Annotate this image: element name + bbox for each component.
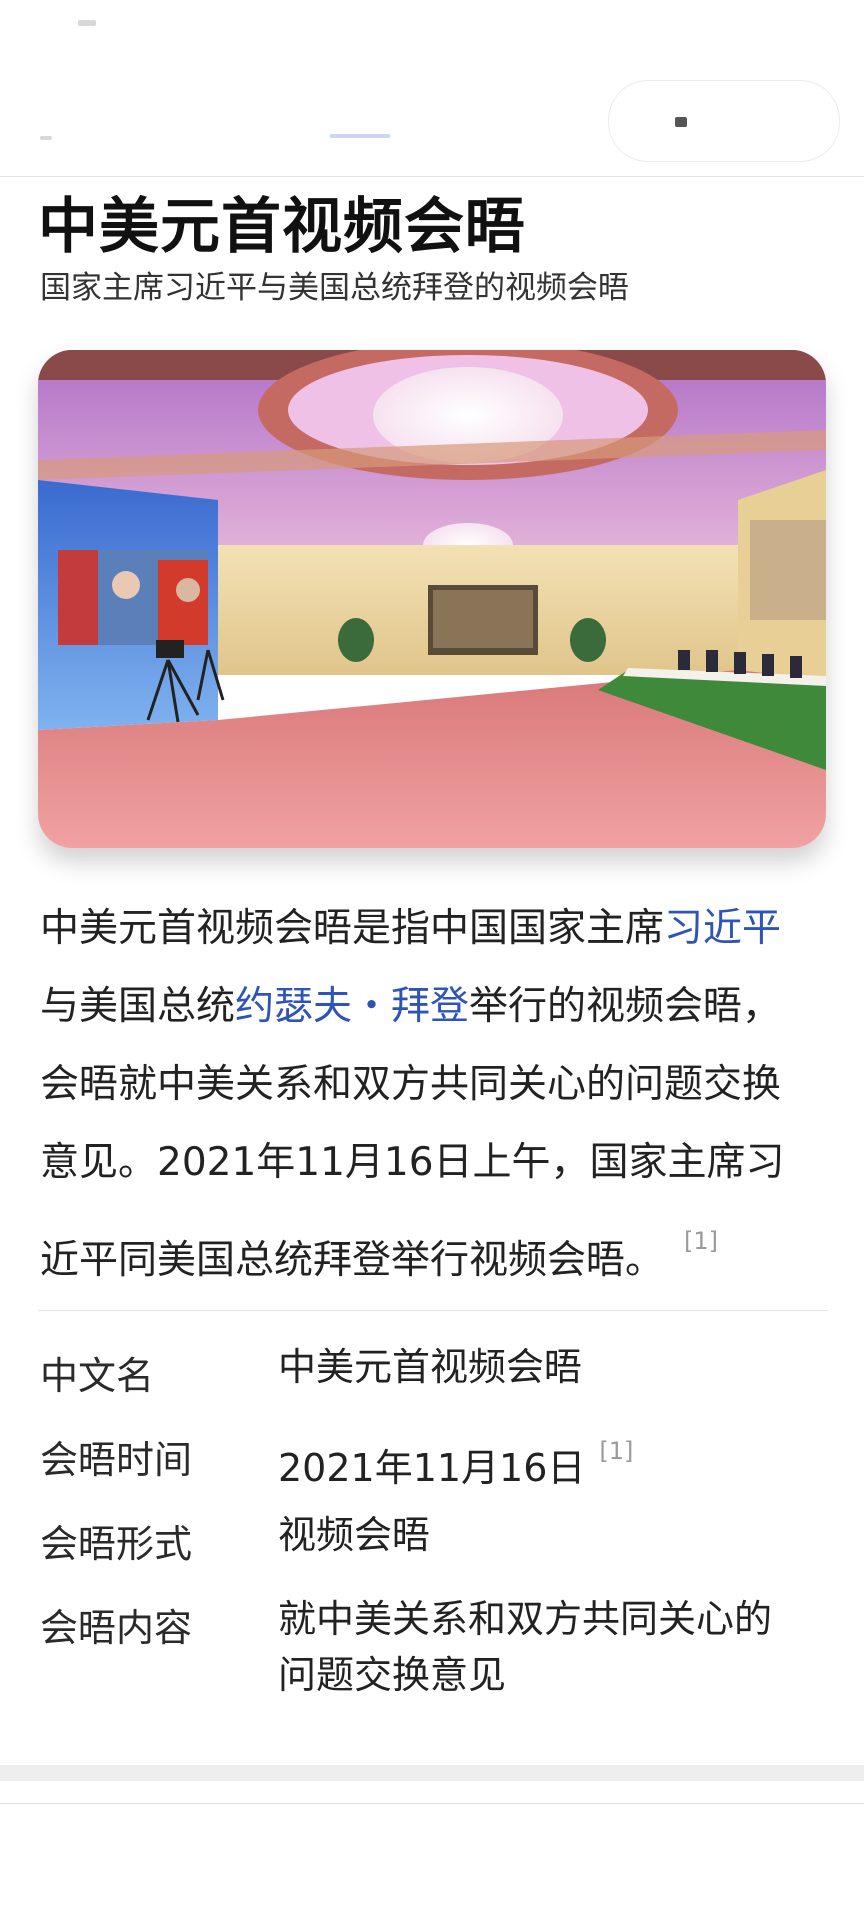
summary-text: 近平同美国总统拜登举行视频会晤。 xyxy=(40,1238,665,1283)
nav-hint xyxy=(330,134,390,138)
info-label: 会晤形式 xyxy=(40,1522,193,1566)
section-separator xyxy=(0,1765,864,1781)
info-value: 就中美关系和双方共同关心的 问题交换意见 xyxy=(278,1591,838,1703)
info-value-line: 问题交换意见 xyxy=(278,1653,507,1697)
top-action-pill[interactable] xyxy=(608,80,840,162)
status-icon xyxy=(78,20,96,26)
summary-paragraph: 中美元首视频会晤是指中国国家主席习近平 与美国总统约瑟夫・拜登举行的视频会晤， … xyxy=(40,890,830,1283)
top-navigation-bar xyxy=(0,0,864,177)
summary-line: 会晤就中美关系和双方共同关心的问题交换 xyxy=(40,1062,782,1107)
bottom-divider xyxy=(0,1803,864,1804)
info-label: 中文名 xyxy=(40,1354,155,1398)
info-value-line: 就中美关系和双方共同关心的 xyxy=(278,1597,773,1641)
info-value: 2021年11月16日 [1] xyxy=(278,1423,838,1496)
info-value: 中美元首视频会晤 xyxy=(278,1345,583,1389)
summary-line: 意见。2021年11月16日上午，国家主席习 xyxy=(40,1140,785,1185)
summary-line: 与美国总统约瑟夫・拜登举行的视频会晤， xyxy=(40,968,830,1046)
meeting-hall-illustration xyxy=(38,350,826,848)
info-label: 会晤内容 xyxy=(40,1606,193,1650)
nav-hint xyxy=(40,136,52,140)
menu-icon xyxy=(675,117,687,127)
section-divider xyxy=(38,1310,828,1311)
summary-line: 中美元首视频会晤是指中国国家主席习近平 xyxy=(40,890,830,968)
reference-link[interactable]: [1] xyxy=(599,1437,633,1465)
page-title: 中美元首视频会晤 xyxy=(38,192,526,262)
hero-image[interactable] xyxy=(38,350,826,848)
summary-text: 与美国总统 xyxy=(40,984,236,1029)
summary-text: 举行的视频会晤， xyxy=(469,984,782,1029)
reference-link[interactable]: [1] xyxy=(684,1227,718,1255)
page-subtitle: 国家主席习近平与美国总统拜登的视频会晤 xyxy=(40,270,629,306)
link-joseph-biden[interactable]: 约瑟夫・拜登 xyxy=(235,984,469,1029)
link-xi-jinping[interactable]: 习近平 xyxy=(664,906,781,951)
info-label: 会晤时间 xyxy=(40,1438,193,1482)
info-value-text: 2021年11月16日 xyxy=(278,1446,586,1490)
summary-text: 中美元首视频会晤是指中国国家主席 xyxy=(40,906,665,951)
info-value: 视频会晤 xyxy=(278,1513,431,1557)
summary-line: 近平同美国总统拜登举行视频会晤。 [1] xyxy=(40,1202,830,1283)
